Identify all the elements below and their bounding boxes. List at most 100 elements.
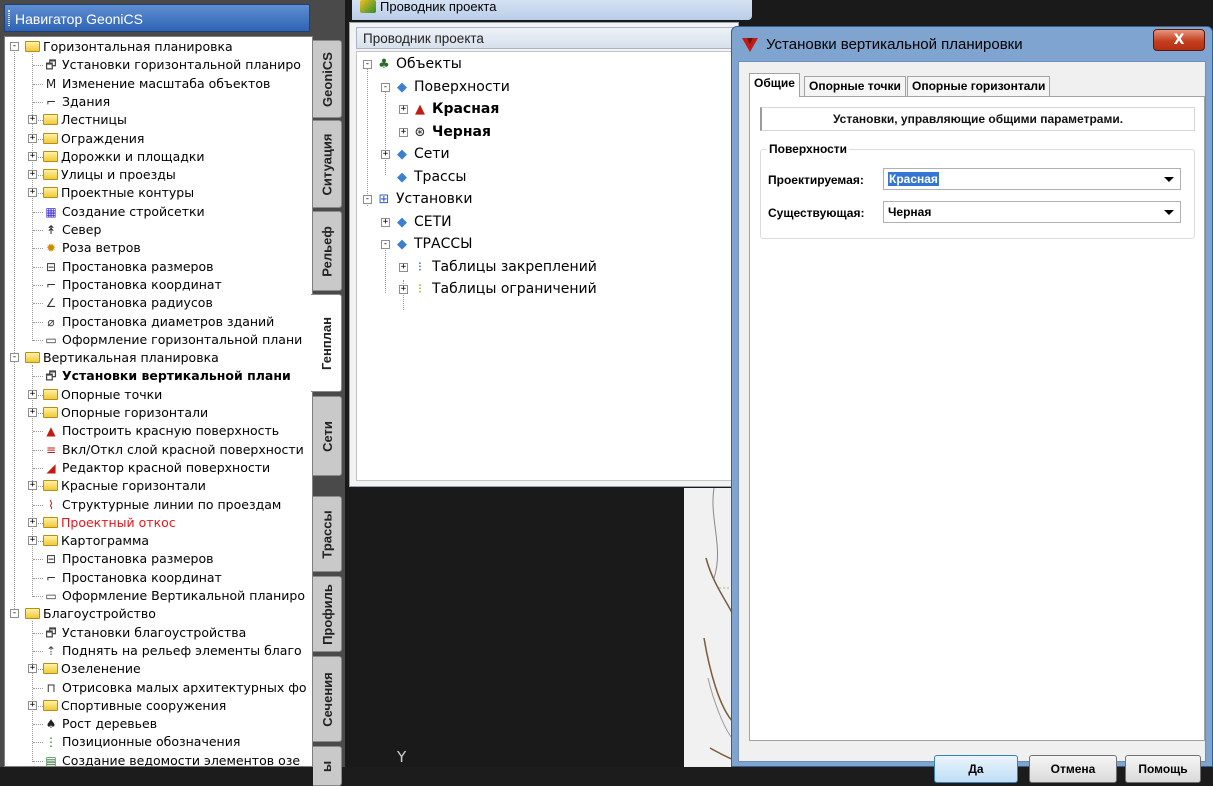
navigator-item[interactable]: ♠ Рост деревьев — [43, 715, 157, 733]
expand-icon[interactable]: + — [28, 700, 37, 710]
tab-control-contours[interactable]: Опорные горизонтали — [907, 76, 1051, 96]
navigator-tree[interactable]: - Горизонтальная планировка 🗗 Установки гор… — [4, 36, 313, 767]
chevron-down-icon[interactable] — [1164, 177, 1174, 182]
ok-button[interactable]: Да — [934, 755, 1018, 783]
explorer-item[interactable]: ⁝ Таблицы ограничений — [411, 279, 597, 299]
collapse-icon[interactable]: - — [363, 195, 372, 204]
expand-icon[interactable]: + — [399, 127, 408, 137]
expand-icon[interactable]: + — [28, 408, 37, 417]
navigator-item[interactable]: ⌐ Простановка координат — [43, 569, 222, 587]
navigator-item[interactable]: M Изменение масштаба объектов — [43, 75, 271, 93]
navigator-item[interactable]: Опорные точки — [43, 386, 162, 404]
navigator-item[interactable]: Ограждения — [43, 130, 144, 148]
navigator-item[interactable]: ▦ Создание стройсетки — [43, 203, 204, 221]
navigator-tab[interactable]: Профиль — [313, 576, 342, 652]
navigator-item[interactable]: ⊟ Простановка размеров — [43, 550, 214, 568]
navigator-item[interactable]: ⊟ Простановка размеров — [43, 258, 214, 276]
navigator-item[interactable]: Красные горизонтали — [43, 477, 206, 495]
navigator-item[interactable]: ▭ Оформление горизонтальной плани — [43, 331, 302, 349]
expand-icon[interactable]: + — [28, 115, 37, 125]
collapse-icon[interactable]: - — [381, 240, 390, 249]
navigator-item[interactable]: ≡ Вкл/Откл слой красной поверхности — [43, 441, 304, 459]
expand-icon[interactable]: + — [28, 170, 37, 180]
collapse-icon[interactable]: - — [10, 42, 19, 51]
navigator-item[interactable]: Благоустройство — [25, 605, 156, 623]
navigator-item[interactable]: Горизонтальная планировка — [25, 38, 233, 56]
grip-icon[interactable] — [8, 10, 10, 26]
navigator-item[interactable]: ⇡ Поднять на рельеф элементы благо — [43, 642, 302, 660]
navigator-item[interactable]: 🗗 Установки горизонтальной планиро — [43, 56, 301, 74]
expand-icon[interactable]: + — [28, 188, 37, 198]
navigator-item[interactable]: ⌀ Простановка диаметров зданий — [43, 313, 274, 331]
expand-icon[interactable]: + — [381, 150, 390, 159]
navigator-item[interactable]: Дорожки и площадки — [43, 148, 205, 166]
navigator-tab[interactable]: GeoniCS — [313, 40, 342, 118]
collapse-icon[interactable]: - — [10, 353, 19, 363]
close-button[interactable]: X — [1153, 29, 1205, 51]
navigator-item[interactable]: ⋮ Позиционные обозначения — [43, 733, 240, 751]
navigator-item[interactable]: ◢ Редактор красной поверхности — [43, 459, 270, 477]
navigator-item[interactable]: ↟ Север — [43, 221, 101, 239]
navigator-tab[interactable]: Генплан — [311, 294, 342, 392]
design-surface-select[interactable]: Красная — [883, 168, 1181, 190]
navigator-item[interactable]: Лестницы — [43, 111, 127, 129]
expand-icon[interactable]: + — [28, 389, 37, 399]
expand-icon[interactable]: + — [28, 536, 37, 546]
navigator-tab[interactable]: Сечения — [313, 656, 342, 742]
expand-icon[interactable]: + — [28, 481, 37, 491]
explorer-window-caption[interactable]: Проводник проекта — [352, 0, 752, 20]
navigator-tab[interactable]: Рельеф — [313, 211, 342, 291]
expand-icon[interactable]: + — [399, 105, 408, 114]
cancel-button[interactable]: Отмена — [1029, 755, 1117, 783]
navigator-item[interactable]: ▲ Построить красную поверхность — [43, 422, 279, 440]
expand-icon[interactable]: + — [28, 517, 37, 527]
expand-icon[interactable]: + — [381, 217, 390, 227]
navigator-item[interactable]: ✹ Роза ветров — [43, 239, 141, 257]
explorer-item[interactable]: ◆ Сети — [393, 144, 450, 164]
navigator-item[interactable]: 🗗 Установки благоустройства — [43, 624, 246, 642]
explorer-item[interactable]: ♣ Объекты — [375, 54, 462, 74]
navigator-item[interactable]: ∠ Простановка радиусов — [43, 294, 213, 312]
expand-icon[interactable]: + — [28, 664, 37, 674]
navigator-title-bar[interactable]: Навигатор GeoniCS — [4, 4, 310, 32]
expand-icon[interactable]: + — [28, 133, 37, 143]
navigator-item[interactable]: Улицы и проезды — [43, 166, 176, 184]
collapse-icon[interactable]: - — [10, 609, 19, 619]
navigator-item[interactable]: ⌇ Структурные линии по проездам — [43, 496, 281, 514]
explorer-item[interactable]: ⊛ Черная — [411, 122, 491, 142]
navigator-item[interactable]: ⌐ Простановка координат — [43, 276, 222, 294]
tab-general[interactable]: Общие — [749, 73, 800, 97]
navigator-item[interactable]: Картограмма — [43, 532, 149, 550]
explorer-item[interactable]: ◆ Трассы — [393, 167, 466, 187]
existing-surface-select[interactable]: Черная — [883, 201, 1181, 223]
drawing-sheet[interactable] — [684, 488, 734, 767]
explorer-item[interactable]: ◆ Поверхности — [393, 77, 510, 97]
chevron-down-icon[interactable] — [1164, 210, 1174, 215]
navigator-tab[interactable]: Ситуация — [313, 120, 342, 208]
help-button[interactable]: Помощь — [1125, 755, 1201, 783]
explorer-item[interactable]: ⁝ Таблицы закреплений — [411, 257, 597, 277]
navigator-item[interactable]: Проектные контуры — [43, 184, 194, 202]
explorer-item[interactable]: ◆ СЕТИ — [393, 212, 452, 232]
navigator-item[interactable]: Опорные горизонтали — [43, 404, 208, 422]
explorer-item[interactable]: ▲ Красная — [411, 99, 499, 119]
navigator-item[interactable]: 🗗 Установки вертикальной плани — [43, 367, 290, 385]
dialog-title-bar[interactable]: Установки вертикальной планировки X — [732, 27, 1212, 61]
navigator-item[interactable]: Спортивные сооружения — [43, 697, 226, 715]
navigator-item[interactable]: ⊓ Отрисовка малых архитектурных фо — [43, 679, 306, 697]
navigator-item[interactable]: Проектный откос — [43, 514, 176, 532]
explorer-item[interactable]: ⊞ Установки — [375, 189, 473, 209]
navigator-item[interactable]: ▭ Оформление Вертикальной планиро — [43, 587, 305, 605]
explorer-tree[interactable]: - ♣ Объекты - ◆ Поверхности + ▲ Красная + ⊛ Черная +… — [356, 51, 734, 481]
navigator-tab[interactable]: Сети — [313, 396, 342, 476]
expand-icon[interactable]: + — [28, 151, 37, 161]
expand-icon[interactable]: + — [399, 285, 408, 294]
tab-control-points[interactable]: Опорные точки — [804, 76, 906, 96]
navigator-tab[interactable]: Трассы — [313, 496, 342, 572]
navigator-item[interactable]: Вертикальная планировка — [25, 349, 219, 367]
navigator-tab[interactable]: ы — [313, 746, 342, 786]
collapse-icon[interactable]: - — [363, 60, 372, 69]
navigator-item[interactable]: ▤ Создание ведомости элементов озе — [43, 752, 300, 766]
explorer-item[interactable]: ◆ ТРАССЫ — [393, 234, 472, 254]
navigator-item[interactable]: Озеленение — [43, 660, 141, 678]
